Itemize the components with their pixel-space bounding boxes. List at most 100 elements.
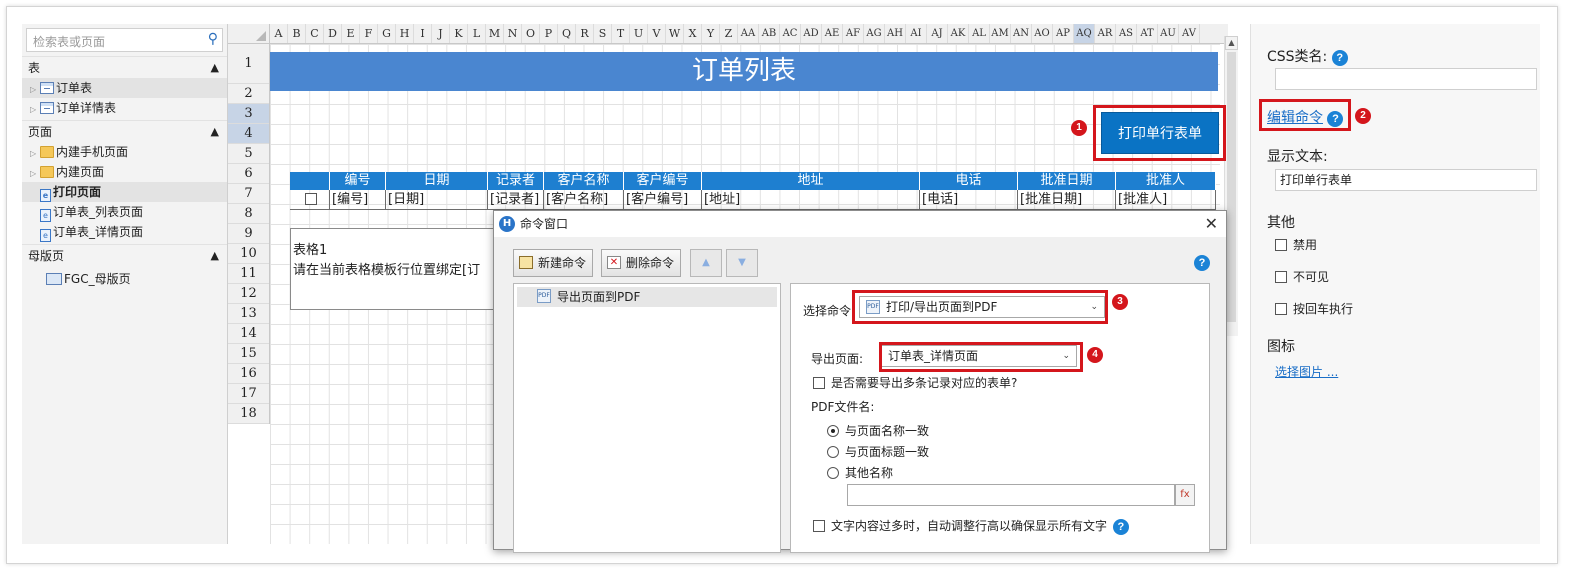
row-checkbox[interactable] [290,190,330,210]
column-header-cell[interactable]: M [486,24,504,43]
radio-option[interactable]: 与页面标题一致 [827,443,929,460]
row-header-cell[interactable]: 6 [228,164,269,184]
radio-icon[interactable] [827,446,839,458]
row-header-cell[interactable]: 9 [228,224,269,244]
section-masters-header[interactable]: 母版页 ▲ [22,244,227,266]
move-down-button[interactable]: ▼ [726,249,758,277]
close-icon[interactable]: ✕ [1205,211,1218,237]
command-list-item[interactable]: PDF 导出页面到PDF [517,287,777,307]
row-header-cell[interactable]: 7 [228,184,269,204]
radio-selected-icon[interactable] [827,425,839,437]
search-icon[interactable]: ⚲ [208,31,218,47]
column-header-cell[interactable]: AM [990,24,1011,43]
column-header-cell[interactable]: AC [780,24,801,43]
expand-arrow-icon[interactable]: ▷ [30,80,40,100]
column-header-cell[interactable]: Q [558,24,576,43]
row-header-cell[interactable]: 1 [228,44,269,84]
chevron-up-icon[interactable]: ▲ [211,57,219,79]
table-cell[interactable]: [客户名称] [544,190,624,210]
checkbox-icon[interactable] [813,377,825,389]
formula-picker-button[interactable]: fx [1175,484,1195,506]
scroll-thumb[interactable] [1227,52,1236,322]
scroll-up-arrow-icon[interactable]: ▲ [1225,36,1238,50]
table-cell[interactable]: [地址] [702,190,920,210]
row-header-cell[interactable]: 12 [228,284,269,304]
table-cell[interactable]: [电话] [920,190,1018,210]
column-header-cell[interactable]: N [504,24,522,43]
column-header-cell[interactable]: D [324,24,342,43]
column-header-cell[interactable]: AI [906,24,927,43]
table-template-row[interactable]: [编号] [日期] [记录者] [客户名称] [客户编号] [地址] [电话] … [290,190,1216,210]
column-header-cell[interactable]: F [360,24,378,43]
column-header-cell[interactable]: AE [822,24,843,43]
checkbox-icon[interactable] [1275,271,1287,283]
column-header-cell[interactable]: H [396,24,414,43]
column-header-cell[interactable]: AS [1116,24,1137,43]
table-placeholder-box[interactable]: 表格1 请在当前表格模板行位置绑定[订 [290,228,510,310]
column-header-cell[interactable]: A [270,24,288,43]
tree-item-folder[interactable]: ▷ 内建页面 [22,162,227,182]
row-header-cell[interactable]: 18 [228,404,269,424]
help-icon[interactable]: ? [1112,519,1129,535]
row-header-cell[interactable]: 8 [228,204,269,224]
expand-arrow-icon[interactable]: ▷ [30,164,40,184]
column-header-cell[interactable]: AU [1158,24,1179,43]
column-header-cell[interactable]: O [522,24,540,43]
other-name-input[interactable] [847,484,1175,506]
column-header-cell[interactable]: T [612,24,630,43]
chevron-up-icon[interactable]: ▲ [211,121,219,143]
column-header-cell[interactable]: J [432,24,450,43]
css-class-input[interactable] [1275,68,1537,90]
tree-item-page[interactable]: e 订单表_列表页面 [22,202,227,222]
select-image-link[interactable]: 选择图片 ... [1275,363,1338,380]
chevron-up-icon[interactable]: ▲ [211,245,219,267]
checkbox-icon[interactable] [1275,303,1287,315]
help-icon[interactable]: ? [1331,50,1348,66]
tree-item-table[interactable]: ▷ 订单表 [22,78,227,98]
expand-arrow-icon[interactable]: ▷ [30,100,40,120]
row-header-cell[interactable]: 2 [228,84,269,104]
column-header-cell[interactable]: P [540,24,558,43]
table-cell[interactable]: [批准人] [1116,190,1216,210]
tree-item-page[interactable]: e 订单表_详情页面 [22,222,227,242]
column-header-cell[interactable]: AB [759,24,780,43]
column-header-cell[interactable]: AJ [927,24,948,43]
tree-item-folder[interactable]: ▷ 内建手机页面 [22,142,227,162]
table-cell[interactable]: [日期] [386,190,488,210]
enter-execute-option[interactable]: 按回车执行 [1275,300,1353,317]
row-header-cell[interactable]: 14 [228,324,269,344]
column-header-cell[interactable]: AF [843,24,864,43]
column-header-cell[interactable]: Y [702,24,720,43]
column-header-cell[interactable]: B [288,24,306,43]
column-header-cell[interactable]: AK [948,24,969,43]
row-header-cell[interactable]: 3 [228,104,269,124]
row-header-cell[interactable]: 10 [228,244,269,264]
tree-item-table[interactable]: ▷ 订单详情表 [22,98,227,118]
column-header-cell[interactable]: I [414,24,432,43]
column-header-cell[interactable]: X [684,24,702,43]
column-header-cell[interactable]: AO [1032,24,1053,43]
multi-record-option[interactable]: 是否需要导出多条记录对应的表单? [813,374,1017,391]
column-header-cell[interactable]: S [594,24,612,43]
column-header-cell[interactable]: R [576,24,594,43]
invisible-option[interactable]: 不可见 [1275,268,1329,285]
column-header-cell[interactable]: AN [1011,24,1032,43]
table-cell[interactable]: [批准日期] [1018,190,1116,210]
column-header-cell[interactable]: K [450,24,468,43]
row-header-cell[interactable]: 15 [228,344,269,364]
table-cell[interactable]: [记录者] [488,190,544,210]
section-pages-header[interactable]: 页面 ▲ [22,120,227,142]
column-header-cell[interactable]: AG [864,24,885,43]
column-header-cell[interactable]: V [648,24,666,43]
help-icon[interactable]: ? [1194,255,1210,271]
radio-icon[interactable] [827,467,839,479]
checkbox-icon[interactable] [304,193,317,205]
radio-option[interactable]: 其他名称 [827,464,893,481]
row-header-cell[interactable]: 16 [228,364,269,384]
row-header-cell[interactable]: 17 [228,384,269,404]
row-header-cell[interactable]: 11 [228,264,269,284]
checkbox-icon[interactable] [1275,239,1287,251]
table-cell[interactable]: [编号] [330,190,386,210]
column-header-cell[interactable]: G [378,24,396,43]
column-header-cell[interactable]: AV [1179,24,1200,43]
